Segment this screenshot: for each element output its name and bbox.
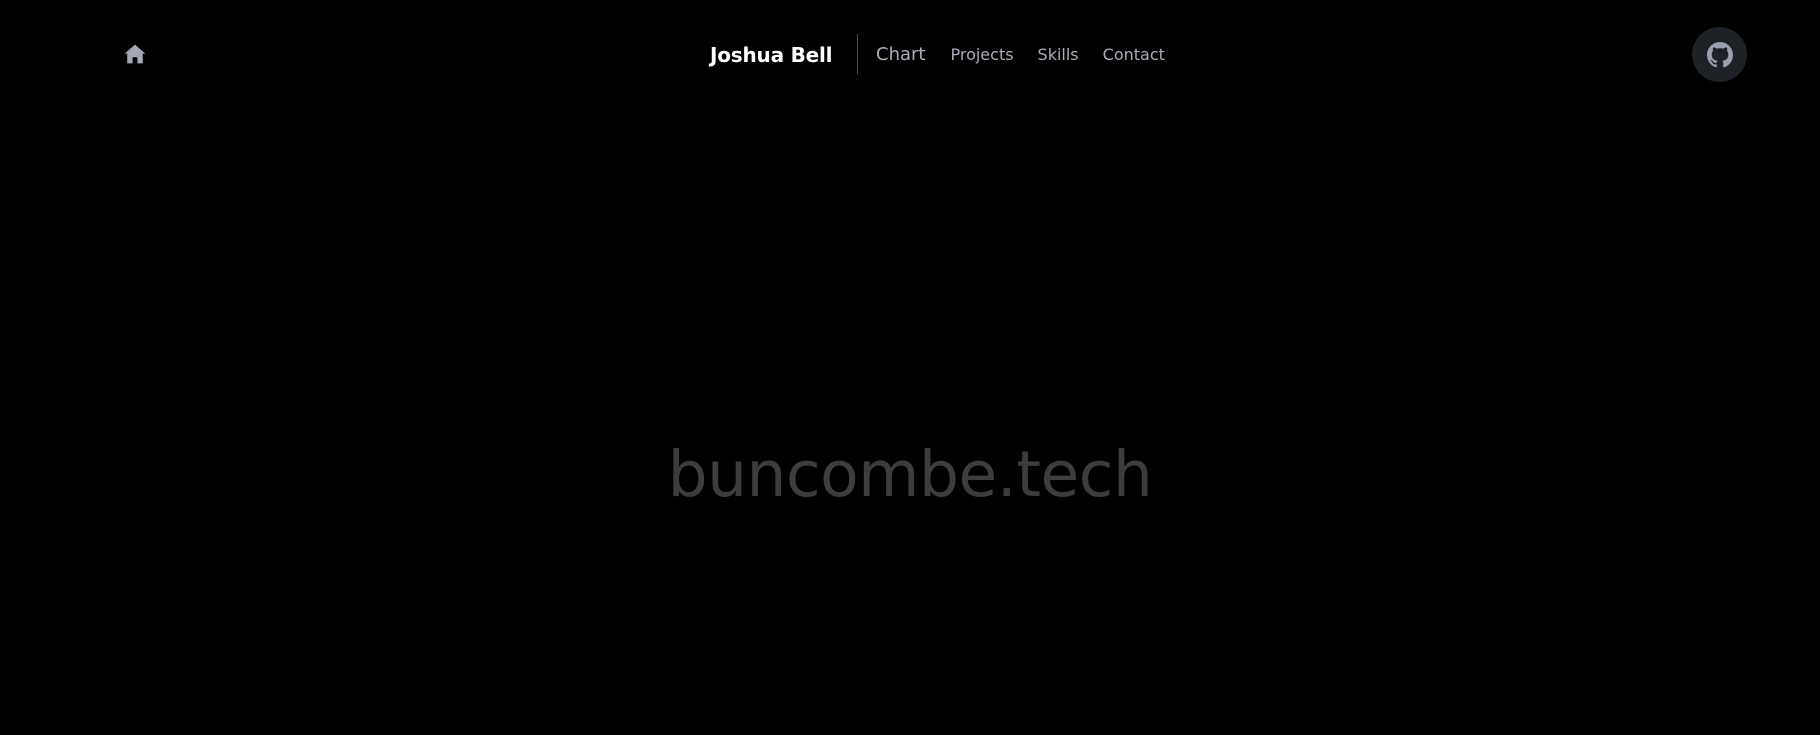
github-button[interactable] bbox=[1692, 27, 1747, 82]
hero-title: buncombe.tech bbox=[667, 438, 1153, 511]
hero: buncombe.tech bbox=[0, 430, 1820, 520]
nav-divider bbox=[857, 34, 858, 74]
nav-link-chart[interactable]: Chart bbox=[876, 42, 925, 68]
nav-links: Chart Projects Skills Contact bbox=[876, 42, 1165, 68]
brand-name[interactable]: Joshua Bell bbox=[710, 42, 833, 68]
nav-link-projects[interactable]: Projects bbox=[950, 42, 1013, 68]
page: Joshua Bell Chart Projects Skills Contac… bbox=[0, 0, 1820, 735]
nav-link-skills[interactable]: Skills bbox=[1038, 42, 1079, 68]
github-icon bbox=[1706, 41, 1733, 68]
main-nav: Joshua Bell Chart Projects Skills Contac… bbox=[0, 34, 1820, 76]
nav-link-contact[interactable]: Contact bbox=[1103, 42, 1165, 68]
